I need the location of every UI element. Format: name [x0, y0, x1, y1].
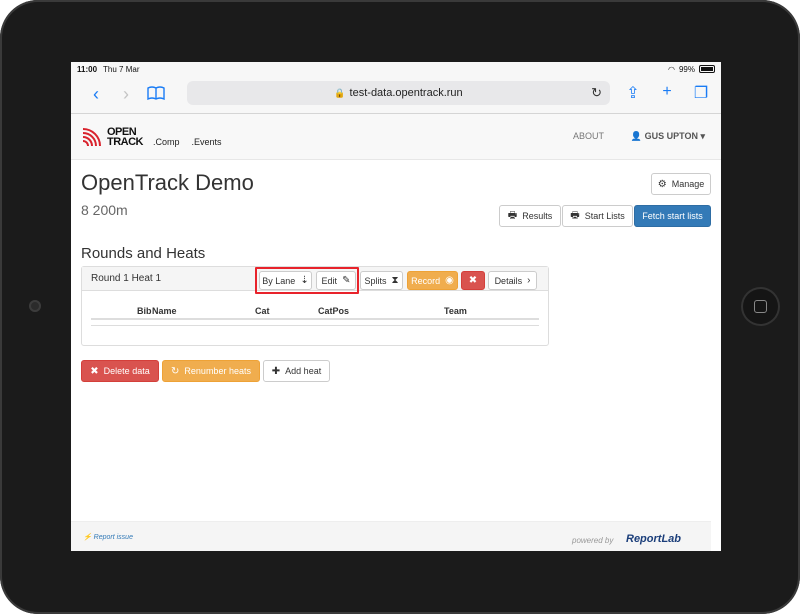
fetch-start-lists-button[interactable]: Fetch start lists: [634, 205, 711, 227]
record-button[interactable]: Record ◉: [407, 271, 458, 290]
forward-icon[interactable]: ›: [111, 84, 141, 105]
col-team: Team: [444, 306, 467, 316]
heat-title: Round 1 Heat 1: [91, 273, 162, 284]
renumber-heats-button[interactable]: ↻ Renumber heats: [162, 360, 260, 382]
results-label: Results: [522, 211, 553, 221]
col-bib: Bib: [137, 306, 152, 316]
table-divider: [91, 325, 539, 326]
browser-actions: ⇪ + ❐: [623, 83, 711, 103]
opentrack-logo[interactable]: OPEN TRACK: [81, 125, 144, 148]
gear-icon: ⚙: [657, 178, 667, 190]
bolt-icon: ⚡: [83, 534, 92, 541]
close-icon: ✖: [90, 365, 99, 377]
browser-toolbar: ‹ › 🔒 test-data.opentrack.run ↻ ⇪ + ❐: [71, 76, 721, 114]
status-right: ◠ 99%: [668, 65, 715, 74]
details-label: Details: [494, 275, 523, 286]
status-date: Thu 7 Mar: [103, 64, 140, 74]
tabs-icon[interactable]: ❐: [691, 83, 711, 103]
url-text: test-data.opentrack.run: [349, 87, 463, 99]
page-title: OpenTrack Demo: [81, 170, 254, 195]
hourglass-icon: ⧗: [391, 275, 399, 286]
heat-table-header: Bib Name Cat CatPos Team: [91, 300, 539, 320]
plus-icon: ✚: [271, 365, 281, 377]
splits-label: Splits: [364, 275, 387, 286]
nav-link-events[interactable]: .Events: [192, 137, 222, 147]
share-icon[interactable]: ⇪: [623, 83, 643, 103]
rounds-heading: Rounds and Heats: [81, 245, 206, 262]
url-bar[interactable]: 🔒 test-data.opentrack.run ↻: [187, 81, 610, 105]
record-label: Record: [411, 275, 441, 286]
back-icon[interactable]: ‹: [81, 84, 111, 105]
logo-text: OPEN TRACK: [107, 125, 144, 148]
print-icon: 🖶: [570, 209, 580, 221]
reload-icon[interactable]: ↻: [591, 85, 602, 101]
nav-links: .Comp .Events: [153, 137, 222, 147]
ipad-frame: 11:00 Thu 7 Mar ◠ 99% ‹ › 🔒 test-data.op…: [0, 0, 800, 614]
wifi-icon: ◠: [668, 64, 675, 74]
battery-percent: 99%: [678, 64, 695, 74]
home-square-icon: [754, 300, 767, 313]
start-lists-label: Start Lists: [584, 211, 625, 221]
manage-button[interactable]: ⚙ Manage: [651, 173, 711, 195]
col-catpos: CatPos: [318, 306, 350, 316]
logo-line1: OPEN: [107, 125, 137, 138]
nav-about[interactable]: ABOUT: [573, 131, 604, 141]
record-icon: ◉: [445, 275, 454, 286]
battery-icon: [699, 65, 715, 73]
home-button[interactable]: [743, 289, 778, 324]
delete-data-label: Delete data: [103, 366, 150, 376]
page-subtitle: 8 200m: [81, 202, 128, 218]
lock-icon: 🔒: [334, 87, 346, 98]
highlight-box: [255, 267, 359, 294]
camera-icon: [29, 300, 41, 312]
remove-heat-button[interactable]: ✖: [461, 271, 485, 290]
results-button[interactable]: 🖶 Results: [499, 205, 561, 227]
screen: 11:00 Thu 7 Mar ◠ 99% ‹ › 🔒 test-data.op…: [71, 62, 721, 551]
app-navbar: OPEN TRACK .Comp .Events ABOUT 👤 GUS UPT…: [71, 114, 721, 160]
report-issue-link[interactable]: ⚡ Report issue: [83, 533, 133, 541]
logo-line2: TRACK: [107, 135, 144, 148]
add-heat-button[interactable]: ✚ Add heat: [263, 360, 330, 382]
caret-down-icon: ▾: [700, 131, 705, 141]
col-name: Name: [152, 306, 177, 316]
report-issue-label: Report issue: [93, 534, 133, 541]
powered-by: powered by: [572, 536, 614, 545]
reportlab-logo[interactable]: ReportLab: [626, 533, 681, 545]
print-icon: 🖶: [507, 209, 518, 221]
status-bar: 11:00 Thu 7 Mar ◠ 99%: [71, 62, 721, 76]
bookmarks-icon[interactable]: [141, 84, 171, 105]
status-time: 11:00: [77, 64, 98, 74]
close-icon: ✖: [468, 275, 478, 286]
new-tab-icon[interactable]: +: [657, 83, 677, 103]
user-icon: 👤: [630, 131, 643, 141]
fetch-start-lists-label: Fetch start lists: [642, 211, 703, 221]
col-cat: Cat: [255, 306, 270, 316]
manage-label: Manage: [671, 179, 705, 189]
footer: ⚡ Report issue powered by ReportLab: [71, 521, 711, 551]
details-button[interactable]: Details ›: [488, 271, 537, 290]
nav-link-comp[interactable]: .Comp: [153, 137, 180, 147]
user-menu[interactable]: 👤 GUS UPTON ▾: [631, 131, 705, 142]
add-heat-label: Add heat: [285, 366, 322, 376]
start-lists-button[interactable]: 🖶 Start Lists: [562, 205, 633, 227]
splits-button[interactable]: Splits ⧗: [360, 271, 403, 290]
refresh-icon: ↻: [171, 365, 180, 377]
logo-mark-icon: [82, 127, 101, 146]
user-name: GUS UPTON: [644, 131, 698, 141]
chevron-right-icon: ›: [527, 275, 531, 286]
delete-data-button[interactable]: ✖ Delete data: [81, 360, 159, 382]
renumber-heats-label: Renumber heats: [184, 366, 251, 376]
